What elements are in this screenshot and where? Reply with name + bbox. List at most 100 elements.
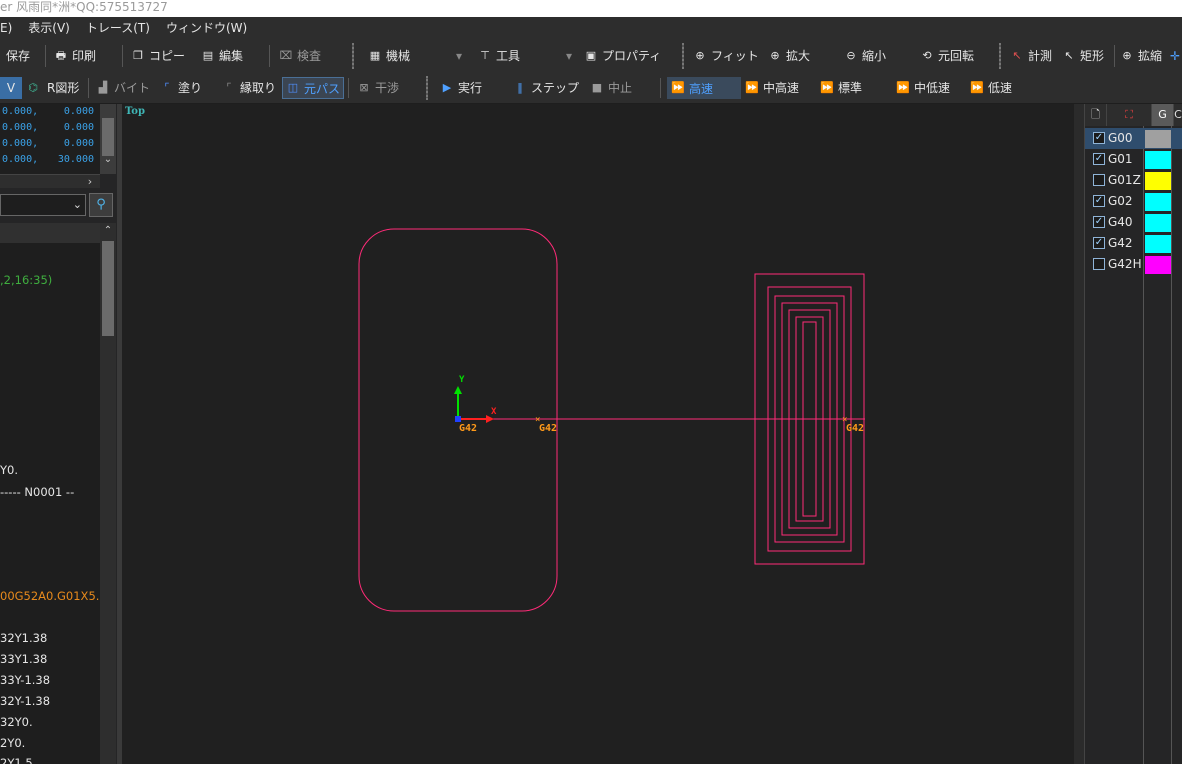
speed-high-button[interactable]: ⏩ 高速 [667, 77, 741, 99]
shape-icon-button[interactable]: ⌬ [26, 72, 40, 103]
speed-low-button[interactable]: ⏩ 低速 [970, 72, 1012, 103]
chevron-right-icon[interactable]: › [80, 175, 100, 189]
gcode-checkbox[interactable]: ✓ [1093, 216, 1105, 228]
properties-button[interactable]: ▣ プロパティ [584, 39, 661, 72]
menu-edit[interactable]: E) [0, 17, 20, 39]
color-swatch[interactable] [1145, 151, 1171, 169]
interference-button[interactable]: ⊠ 干渉 [357, 72, 399, 103]
tree-tab[interactable]: ⛶ [1107, 104, 1152, 126]
fast-forward-icon: ⏩ [970, 80, 984, 94]
horizontal-scrollbar[interactable]: › [0, 174, 100, 188]
chevron-up-icon[interactable]: ⌃ [100, 223, 116, 239]
scroll-thumb[interactable] [102, 118, 114, 156]
r-shape-label: R図形 [47, 81, 80, 95]
pan-button[interactable]: ✛ [1170, 39, 1180, 72]
color-swatch[interactable] [1145, 235, 1171, 253]
coordinate-scrollbar[interactable]: ⌄ [100, 104, 116, 174]
pan-icon: ✛ [1170, 48, 1181, 63]
chevron-down-icon[interactable]: ⌄ [100, 154, 116, 168]
properties-icon: ▣ [585, 48, 597, 62]
fit-button[interactable]: ⊕ フィット [693, 39, 758, 72]
r-shape-button[interactable]: R図形 [47, 72, 79, 103]
gcode-row[interactable]: G01Z [1085, 170, 1182, 191]
bite-button[interactable]: ▟ バイト [96, 72, 150, 103]
run-button[interactable]: ▶ 実行 [440, 72, 482, 103]
rect-select-icon: ↖ [1064, 48, 1074, 62]
copy-button[interactable]: ❐ コピー [131, 39, 185, 72]
zoom-in-button[interactable]: ⊕ 拡大 [768, 39, 810, 72]
zoom-out-button[interactable]: ⊖ 縮小 [844, 39, 886, 72]
orig-path-button[interactable]: ◫ 元パス [281, 77, 345, 99]
coord-x: 0.000, [2, 122, 39, 133]
stop-button[interactable]: ■ 中止 [590, 72, 632, 103]
edge-button[interactable]: ⌜ 縁取り [222, 72, 276, 103]
color-swatch[interactable] [1145, 172, 1171, 190]
zoom-area-button[interactable]: ⊕ 拡縮 [1120, 39, 1162, 72]
save-button[interactable]: 保存 [6, 39, 30, 72]
gcode-checkbox[interactable]: ✓ [1093, 132, 1105, 144]
speed-mid-low-label: 中低速 [914, 81, 951, 95]
code-line: ----- N0001 -- [0, 485, 75, 499]
menu-trace[interactable]: トレース(T) [78, 17, 158, 39]
code-scrollbar[interactable]: ⌃ [100, 223, 116, 764]
machine-dropdown[interactable]: ▾ [456, 39, 462, 72]
gcode-label: G01Z [1108, 173, 1141, 187]
rotate-reset-button[interactable]: ⟲ 元回転 [920, 39, 974, 72]
fast-forward-icon: ⏩ [671, 81, 685, 94]
tool-button[interactable]: ⊤ 工具 [478, 39, 520, 72]
machine-button[interactable]: ▦ 機械 [368, 39, 410, 72]
chevron-down-icon: ⌄ [72, 198, 82, 211]
coord-x: 0.000, [2, 154, 39, 165]
gcode-row[interactable]: ✓ G02 [1085, 191, 1182, 212]
speed-mid-low-button[interactable]: ⏩ 中低速 [896, 72, 950, 103]
panel-splitter[interactable] [1074, 104, 1084, 764]
nc-code-view[interactable]: ,2,16:35) Y0. ----- N0001 -- 00G52A0.G01X5.… [0, 243, 107, 764]
search-button[interactable]: ⚲ [89, 193, 113, 217]
tab-g[interactable]: G [1152, 104, 1174, 126]
gcode-row[interactable]: ✓ G00 [1085, 128, 1182, 149]
fill-button[interactable]: ⌜ 塗り [160, 72, 202, 103]
tool-label: 工具 [496, 49, 521, 63]
gcode-row[interactable]: ✓ G01 [1085, 149, 1182, 170]
toolpath-canvas[interactable]: Top Y X G42 × G42 × G42 [122, 104, 1074, 764]
color-swatch[interactable] [1145, 214, 1171, 232]
gcode-label: G42 [1108, 236, 1133, 250]
menu-view[interactable]: 表示(V) [20, 17, 78, 39]
file-select[interactable]: ⌄ [0, 194, 86, 216]
tool-dropdown[interactable]: ▾ [566, 39, 572, 72]
gcode-row[interactable]: G42H [1085, 254, 1182, 275]
gcode-checkbox[interactable] [1093, 174, 1105, 186]
gcode-checkbox[interactable]: ✓ [1093, 153, 1105, 165]
tab-c[interactable]: C [1174, 104, 1182, 126]
separator [682, 43, 684, 69]
measure-button[interactable]: ↖ 計測 [1010, 39, 1052, 72]
color-swatch[interactable] [1145, 130, 1171, 148]
gcode-checkbox[interactable] [1093, 258, 1105, 270]
machine-icon: ▦ [369, 48, 381, 62]
v-button[interactable]: V [0, 77, 22, 99]
gcode-checkbox[interactable]: ✓ [1093, 237, 1105, 249]
speed-std-button[interactable]: ⏩ 標準 [820, 72, 862, 103]
rect-button[interactable]: ↖ 矩形 [1062, 39, 1104, 72]
coordinate-row: 0.000, 0.000 [0, 104, 100, 120]
gcode-checkbox[interactable]: ✓ [1093, 195, 1105, 207]
main-toolbar: 保存 🖶 印刷 ❐ コピー ▤ 編集 ⌧ 検査 ▦ 機械 ▾ ⊤ 工具 ▾ ▣ … [0, 39, 1182, 72]
y-axis-label: Y [459, 375, 465, 385]
print-button[interactable]: 🖶 印刷 [54, 39, 96, 72]
separator [348, 78, 349, 98]
gcode-row[interactable]: ✓ G40 [1085, 212, 1182, 233]
edit-button[interactable]: ▤ 編集 [201, 39, 243, 72]
gcode-label: G42H [1108, 257, 1142, 271]
speed-mid-high-button[interactable]: ⏩ 中高速 [745, 72, 799, 103]
color-swatch[interactable] [1145, 193, 1171, 211]
step-button[interactable]: ‖ ステップ [513, 72, 579, 103]
menu-window[interactable]: ウィンドウ(W) [158, 17, 255, 39]
stop-label: 中止 [608, 81, 633, 95]
color-swatch[interactable] [1145, 256, 1171, 274]
inspect-button[interactable]: ⌧ 検査 [279, 39, 321, 72]
scroll-thumb[interactable] [102, 241, 114, 336]
gcode-row[interactable]: ✓ G42 [1085, 233, 1182, 254]
document-tab[interactable]: 🗋 [1085, 104, 1107, 126]
coord-y: 0.000 [63, 138, 94, 149]
machine-label: 機械 [386, 49, 411, 63]
